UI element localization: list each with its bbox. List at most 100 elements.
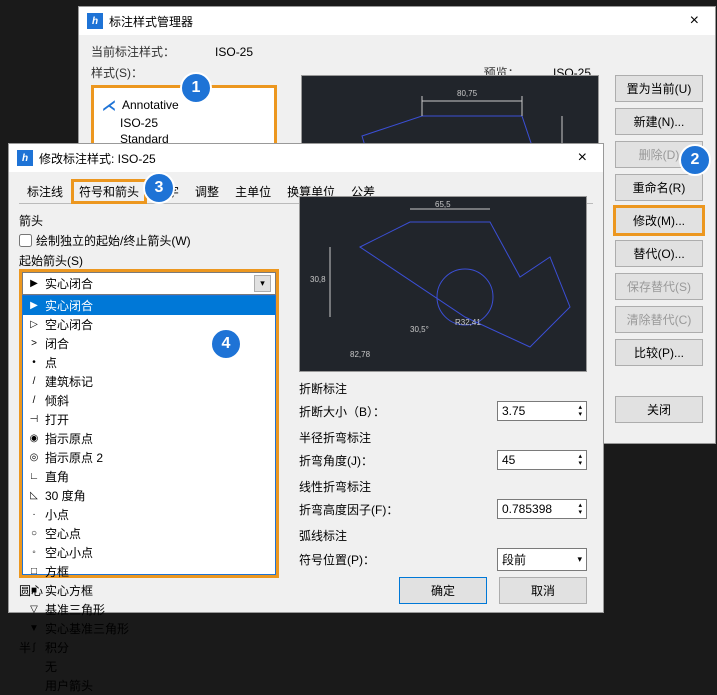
- arrow-option[interactable]: ◉指示原点: [23, 429, 275, 448]
- rename-button[interactable]: 重命名(R): [615, 174, 703, 201]
- annotation-badge-1: 1: [180, 72, 212, 104]
- jog-height-input[interactable]: 0.785398▴▾: [497, 499, 587, 519]
- arrow-option[interactable]: ◦空心小点: [23, 543, 275, 562]
- svg-text:82,78: 82,78: [350, 350, 371, 359]
- modify-dimstyle-window: h 修改标注样式: ISO-25 × 标注线 符号和箭头 文字 调整 主单位 换…: [8, 143, 604, 613]
- arrow-swatch-icon: >: [27, 338, 41, 349]
- annotation-badge-4: 4: [210, 328, 242, 360]
- chevron-down-icon[interactable]: ▾: [254, 275, 271, 292]
- arrow-swatch-icon: ◦: [27, 547, 41, 558]
- arrow-swatch-icon: ▽: [27, 604, 41, 615]
- linear-jog-group-label: 线性折弯标注: [299, 478, 587, 495]
- arrow-swatch-icon: ▷: [27, 319, 41, 330]
- arrow-option[interactable]: ▽基准三角形: [23, 600, 275, 619]
- app-icon: h: [87, 13, 103, 29]
- current-style-label: 当前标注样式：: [91, 43, 175, 60]
- arrow-swatch-icon: ·: [27, 509, 41, 520]
- close-button[interactable]: 关闭: [615, 396, 703, 423]
- chevron-down-icon: ▾: [577, 554, 582, 565]
- arrow-swatch-icon: ◺: [27, 490, 41, 501]
- arrow-swatch-icon: ◎: [27, 452, 41, 463]
- checkbox-input[interactable]: [19, 234, 32, 247]
- arrow-swatch-icon: [27, 661, 41, 672]
- arrow-swatch-icon: •: [27, 357, 41, 368]
- arrow-option[interactable]: 用户箭头: [23, 676, 275, 695]
- arrow-swatch-icon: ⊣: [27, 414, 41, 425]
- arrow-swatch-icon: /: [27, 376, 41, 387]
- arrow-swatch-icon: □: [27, 566, 41, 577]
- arrow-swatch-icon: ▶: [27, 300, 41, 311]
- jog-height-label: 折弯高度因子(F)：: [299, 501, 491, 518]
- arrow-swatch-icon: ∟: [27, 471, 41, 482]
- tab-primary-units[interactable]: 主单位: [227, 179, 279, 204]
- jog-group-label: 半径折弯标注: [299, 429, 587, 446]
- arrow-swatch-icon: ◉: [27, 433, 41, 444]
- window-title: 修改标注样式: ISO-25: [39, 150, 156, 167]
- dim-text: 80,75: [457, 89, 478, 98]
- break-size-input[interactable]: 3.75▴▾: [497, 401, 587, 421]
- cancel-button[interactable]: 取消: [499, 577, 587, 604]
- arrow-option[interactable]: ▷空心闭合: [23, 315, 275, 334]
- arrow-option[interactable]: ⊣打开: [23, 410, 275, 429]
- close-icon[interactable]: ×: [570, 149, 595, 167]
- override-button[interactable]: 替代(O)...: [615, 240, 703, 267]
- titlebar: h 修改标注样式: ISO-25 ×: [9, 144, 603, 172]
- arrow-option[interactable]: 无: [23, 657, 275, 676]
- tab-fit[interactable]: 调整: [187, 179, 227, 204]
- arrow-option[interactable]: □方框: [23, 562, 275, 581]
- separate-arrows-checkbox[interactable]: 绘制独立的起始/终止箭头(W): [19, 232, 279, 249]
- arrow-option[interactable]: /倾斜: [23, 391, 275, 410]
- arrow-preview-pane: 65,5 30,8 30,5° R32,41 82,78: [299, 196, 587, 372]
- break-group-label: 折断标注: [299, 380, 587, 397]
- svg-text:30,5°: 30,5°: [410, 325, 429, 334]
- arrow-option[interactable]: ▼实心基准三角形: [23, 619, 275, 638]
- svg-text:65,5: 65,5: [435, 200, 451, 209]
- break-size-label: 折断大小（B）：: [299, 403, 491, 420]
- ok-button[interactable]: 确定: [399, 577, 487, 604]
- arrow-swatch-icon: ▶: [27, 278, 41, 289]
- arrow-swatch-icon: ▼: [27, 623, 41, 634]
- window-title: 标注样式管理器: [109, 13, 193, 30]
- start-arrow-label: 起始箭头(S): [19, 252, 279, 269]
- jog-angle-input[interactable]: 45▴▾: [497, 450, 587, 470]
- tab-lines[interactable]: 标注线: [19, 179, 71, 204]
- arrow-option[interactable]: ▶实心闭合: [23, 296, 275, 315]
- annotative-icon: ⋌: [102, 97, 116, 114]
- arrow-option[interactable]: ◺30 度角: [23, 486, 275, 505]
- spinner-icon[interactable]: ▴▾: [578, 502, 582, 516]
- annotation-badge-3: 3: [143, 172, 175, 204]
- start-arrow-select[interactable]: ▶ 实心闭合 ▾: [22, 272, 276, 295]
- arrow-option[interactable]: /建筑标记: [23, 372, 275, 391]
- jog-angle-label: 折弯角度(J)：: [299, 452, 491, 469]
- style-item[interactable]: ISO-25: [102, 116, 179, 130]
- arrow-option[interactable]: ∟直角: [23, 467, 275, 486]
- save-override-button: 保存替代(S): [615, 273, 703, 300]
- tab-symbols-arrows[interactable]: 符号和箭头: [71, 179, 147, 204]
- set-current-button[interactable]: 置为当前(U): [615, 75, 703, 102]
- compare-button[interactable]: 比较(P)...: [615, 339, 703, 366]
- arrow-swatch-icon: [27, 680, 41, 691]
- arrow-option[interactable]: ·小点: [23, 505, 275, 524]
- arc-group-label: 弧线标注: [299, 527, 587, 544]
- styles-label: 样式(S)：: [91, 64, 143, 81]
- app-icon: h: [17, 150, 33, 166]
- spinner-icon[interactable]: ▴▾: [578, 404, 582, 418]
- symbol-pos-select[interactable]: 段前▾: [497, 548, 587, 571]
- current-style-value: ISO-25: [215, 45, 253, 59]
- new-button[interactable]: 新建(N)...: [615, 108, 703, 135]
- close-icon[interactable]: ×: [682, 12, 707, 30]
- arrow-option[interactable]: ○空心点: [23, 524, 275, 543]
- arrow-swatch-icon: ○: [27, 528, 41, 539]
- arrow-swatch-icon: /: [27, 395, 41, 406]
- arrow-option[interactable]: ◎指示原点 2: [23, 448, 275, 467]
- clear-override-button: 清除替代(C): [615, 306, 703, 333]
- modify-button[interactable]: 修改(M)...: [615, 207, 703, 234]
- annotation-badge-2: 2: [679, 144, 711, 176]
- arrow-option[interactable]: •点: [23, 353, 275, 372]
- symbol-pos-label: 符号位置(P)：: [299, 551, 491, 568]
- spinner-icon[interactable]: ▴▾: [578, 453, 582, 467]
- svg-text:R32,41: R32,41: [455, 318, 481, 327]
- button-column: 置为当前(U) 新建(N)... 删除(D) 重命名(R) 修改(M)... 替…: [615, 75, 703, 423]
- style-item: ⋌Annotative: [102, 97, 179, 114]
- arrows-group-label: 箭头: [19, 212, 279, 229]
